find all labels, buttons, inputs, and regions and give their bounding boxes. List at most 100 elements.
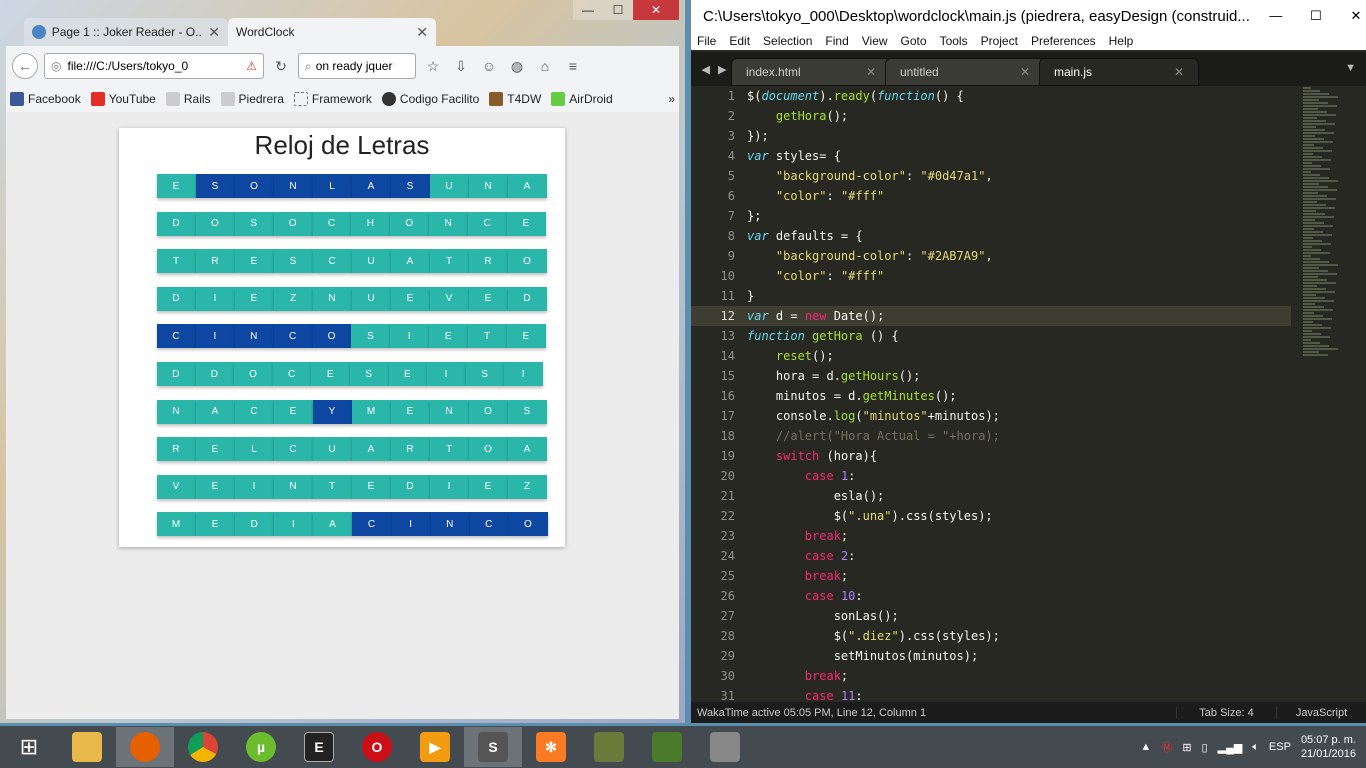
minimap-line — [1303, 105, 1337, 107]
windows-flag-icon[interactable]: ⊞ — [1182, 741, 1191, 754]
url-bar[interactable]: ◎ file:///C:/Users/tokyo_0 ⚠ — [44, 53, 264, 79]
bookmark-airdroid[interactable]: AirDroid — [551, 92, 613, 106]
back-button[interactable]: ← — [12, 53, 38, 79]
bookmark-framework[interactable]: Framework — [293, 92, 372, 106]
code-line: "color": "#fff" — [775, 189, 885, 203]
minimize-button[interactable]: — — [573, 0, 603, 20]
maximize-button[interactable]: ☐ — [1296, 8, 1336, 24]
menu-item-file[interactable]: File — [697, 34, 716, 48]
letter-row: DDOCESEISI — [157, 362, 543, 386]
menu-item-selection[interactable]: Selection — [763, 34, 812, 48]
close-icon[interactable]: ✕ — [208, 24, 220, 41]
mega-icon[interactable]: Ⓜ — [1161, 739, 1172, 755]
piedrera-icon — [220, 92, 235, 106]
clock[interactable]: 05:07 p. m. 21/01/2016 — [1301, 733, 1356, 761]
menu-item-preferences[interactable]: Preferences — [1031, 34, 1096, 48]
chrome-icon — [188, 732, 218, 762]
letter-cell: I — [196, 286, 235, 311]
start-button[interactable]: ⊞ — [0, 727, 58, 767]
menu-item-tools[interactable]: Tools — [940, 34, 968, 48]
minimap-line — [1303, 93, 1329, 95]
tab-dropdown-icon[interactable]: ▼ — [1345, 62, 1356, 74]
tab-main-js[interactable]: main.js ✕ — [1039, 58, 1199, 86]
language-indicator[interactable]: ESP — [1269, 741, 1291, 753]
taskbar-xampp[interactable]: ✻ — [522, 727, 580, 767]
close-icon[interactable]: ✕ — [1020, 65, 1030, 79]
taskbar-firefox[interactable] — [116, 727, 174, 767]
close-window-button[interactable]: ✕ — [1336, 8, 1366, 24]
bookmark-star-icon[interactable]: ☆ — [422, 55, 444, 77]
bookmark-youtube[interactable]: YouTube — [90, 92, 156, 106]
line-number: 21 — [720, 489, 735, 503]
menu-item-find[interactable]: Find — [825, 34, 848, 48]
syntax-mode[interactable]: JavaScript — [1276, 706, 1366, 719]
taskbar-chrome[interactable] — [174, 727, 232, 767]
menu-item-view[interactable]: View — [862, 34, 888, 48]
close-icon[interactable]: ✕ — [416, 24, 428, 41]
taskbar-app[interactable] — [696, 727, 754, 767]
bookmarks-more-icon[interactable]: » — [668, 92, 675, 106]
globe-addon-icon[interactable]: ◍ — [506, 55, 528, 77]
close-icon[interactable]: ✕ — [866, 65, 876, 79]
minimap-line — [1303, 303, 1315, 305]
minimap-line — [1303, 186, 1328, 188]
close-window-button[interactable]: ✕ — [633, 0, 679, 20]
taskbar-utorrent[interactable]: µ — [232, 727, 290, 767]
minimap-line — [1303, 231, 1323, 233]
minimap-line — [1303, 351, 1319, 353]
battery-icon[interactable]: ▯ — [1202, 741, 1208, 754]
letter-cell: S — [274, 249, 313, 274]
tab-joker-reader[interactable]: Page 1 :: Joker Reader - O... ✕ — [24, 18, 228, 46]
chevron-up-icon[interactable]: ▲ — [1140, 741, 1151, 753]
addon-icon[interactable]: ☺ — [478, 55, 500, 77]
search-box[interactable]: ⌕ on ready jquer — [298, 53, 416, 79]
bookmark-t4dw[interactable]: T4DW — [489, 92, 541, 106]
code-line: break; — [804, 569, 849, 583]
minimap-line — [1303, 255, 1311, 257]
home-icon[interactable]: ⌂ — [534, 55, 556, 77]
tab-wordclock[interactable]: WordClock ✕ — [228, 18, 436, 46]
taskbar-game1[interactable] — [580, 727, 638, 767]
tab-index-html[interactable]: index.html ✕ — [731, 58, 891, 86]
letter-cell: E — [196, 437, 235, 462]
code-line: console.log("minutos"+minutos); — [747, 409, 1000, 423]
letter-cell: C — [352, 512, 392, 537]
letter-cell: H — [351, 211, 391, 236]
maximize-button[interactable]: ☐ — [603, 0, 633, 20]
reload-icon[interactable]: ↻ — [270, 55, 292, 77]
taskbar-sublime[interactable]: S — [464, 727, 522, 767]
tab-size[interactable]: Tab Size: 4 — [1176, 706, 1276, 719]
bookmark-rails[interactable]: Rails — [165, 92, 211, 106]
taskbar-opera[interactable]: O — [348, 727, 406, 767]
code-area[interactable]: $(document).ready(function() { getHora()… — [747, 86, 1287, 702]
bookmark-facebook[interactable]: Facebook — [10, 92, 81, 106]
minimap[interactable] — [1303, 86, 1343, 386]
close-icon[interactable]: ✕ — [1174, 65, 1184, 79]
menu-item-edit[interactable]: Edit — [729, 34, 750, 48]
editor-tabs: ◀ ▶ index.html ✕ untitled ✕ main.js ✕ ▼ — [691, 52, 1366, 86]
bookmark-codigo-facilito[interactable]: Codigo Facilito — [381, 92, 479, 106]
volume-icon[interactable]: 🔈︎ — [1252, 741, 1259, 754]
letter-cell: Z — [508, 474, 547, 499]
minimap-line — [1303, 132, 1334, 134]
taskbar-editor[interactable]: E — [290, 727, 348, 767]
minimap-line — [1303, 114, 1336, 116]
chevron-left-icon[interactable]: ◀ — [702, 63, 710, 76]
menu-icon[interactable]: ≡ — [562, 55, 584, 77]
menu-item-help[interactable]: Help — [1109, 34, 1134, 48]
bookmark-piedrera[interactable]: Piedrera — [220, 92, 284, 106]
chevron-right-icon[interactable]: ▶ — [718, 63, 726, 76]
minecraft-icon — [652, 732, 682, 762]
code-editor[interactable]: 1 2 3 4 5 6 7 8 9 10 11 12 13 14 15 16 17 18 19 20 21 22 23 24 2… — [691, 86, 1366, 702]
signal-icon[interactable]: ▂▄▆ — [1218, 741, 1243, 754]
letter-cell: C — [273, 324, 313, 349]
downloads-icon[interactable]: ⇩ — [450, 55, 472, 77]
menu-item-goto[interactable]: Goto — [901, 34, 927, 48]
taskbar-media[interactable]: ▶ — [406, 727, 464, 767]
menu-bar: File Edit Selection Find View Goto Tools Projec… — [691, 32, 1366, 50]
minimize-button[interactable]: — — [1256, 8, 1296, 24]
taskbar-explorer[interactable] — [58, 727, 116, 767]
tab-untitled[interactable]: untitled ✕ — [885, 58, 1045, 86]
menu-item-project[interactable]: Project — [981, 34, 1018, 48]
taskbar-minecraft[interactable] — [638, 727, 696, 767]
